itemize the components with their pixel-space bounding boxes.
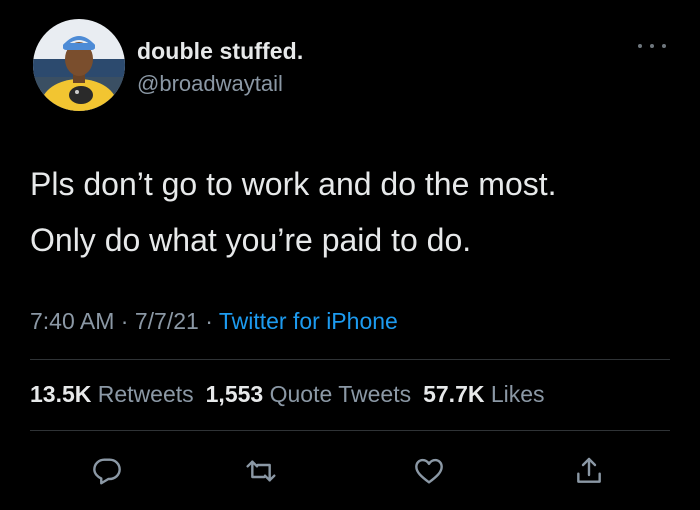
share-button[interactable] [569,451,609,491]
retweet-button[interactable] [241,451,281,491]
tweet-source-link[interactable]: Twitter for iPhone [219,308,398,334]
user-handle[interactable]: @broadwaytail [137,71,283,97]
retweets-label: Retweets [97,381,194,407]
more-options-icon[interactable] [638,38,666,54]
likes-stat[interactable]: 57.7K Likes [423,381,544,407]
tweet-time[interactable]: 7:40 AM [30,308,114,334]
tweet-text-line: Only do what you’re paid to do. [30,222,472,258]
meta-separator: · [120,308,129,334]
likes-count: 57.7K [423,381,485,407]
reply-button[interactable] [87,451,127,491]
tweet-text: Pls don’t go to work and do the most. On… [30,156,680,268]
divider [30,430,670,431]
profile-photo-icon [33,19,125,111]
tweet-detail: double stuffed. @broadwaytail Pls don’t … [0,0,700,510]
retweet-icon [246,460,276,482]
display-name[interactable]: double stuffed. [137,38,303,65]
likes-label: Likes [490,381,545,407]
tweet-text-line: Pls don’t go to work and do the most. [30,166,557,202]
quote-tweets-count: 1,553 [205,381,264,407]
avatar[interactable] [33,19,125,111]
meta-separator: · [205,308,213,334]
tweet-date[interactable]: 7/7/21 [135,308,199,334]
engagement-stats: 13.5K Retweets 1,553 Quote Tweets 57.7K Li… [30,381,545,408]
tweet-actions [0,451,700,491]
reply-icon [93,458,121,485]
like-button[interactable] [409,451,449,491]
like-icon [415,458,443,484]
retweets-stat[interactable]: 13.5K Retweets [30,381,194,407]
divider [30,359,670,360]
quote-tweets-label: Quote Tweets [269,381,412,407]
share-icon [577,457,601,483]
quote-tweets-stat[interactable]: 1,553 Quote Tweets [206,381,411,407]
tweet-meta: 7:40 AM · 7/7/21 · Twitter for iPhone [30,308,398,335]
retweets-count: 13.5K [30,381,92,407]
